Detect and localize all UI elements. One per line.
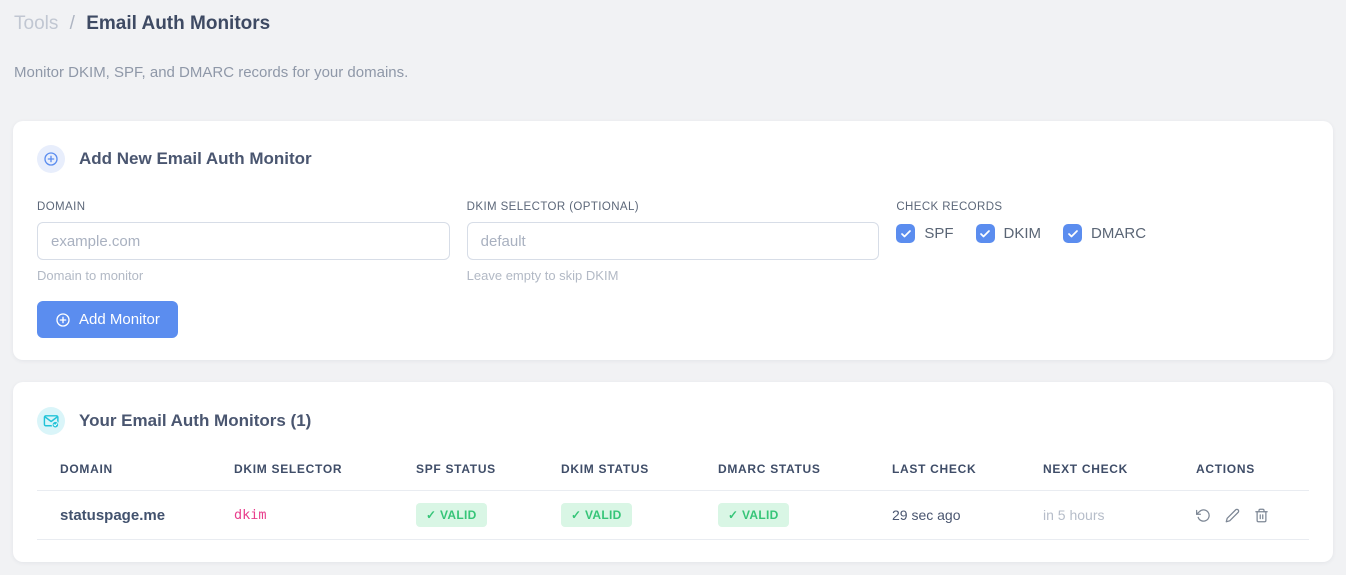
checkmark-icon bbox=[1067, 229, 1078, 237]
row-domain: statuspage.me bbox=[37, 490, 234, 540]
dkim-status-badge: ✓ VALID bbox=[561, 503, 632, 527]
add-monitor-card: Add New Email Auth Monitor DOMAIN Domain… bbox=[13, 121, 1333, 360]
domain-label: DOMAIN bbox=[37, 201, 86, 213]
col-header-dmarc-status: DMARC STATUS bbox=[718, 447, 892, 491]
col-header-domain: DOMAIN bbox=[37, 447, 234, 491]
add-monitor-card-title: Add New Email Auth Monitor bbox=[79, 149, 312, 168]
col-header-last-check: LAST CHECK bbox=[892, 447, 1043, 491]
breadcrumb-tools-link[interactable]: Tools bbox=[14, 13, 58, 34]
row-dkim-status-cell: ✓ VALID bbox=[561, 490, 718, 540]
dmarc-status-text: VALID bbox=[742, 508, 779, 522]
domain-helper: Domain to monitor bbox=[37, 268, 144, 283]
dkim-selector-helper: Leave empty to skip DKIM bbox=[466, 268, 619, 283]
col-header-dkim-selector: DKIM SELECTOR bbox=[234, 447, 416, 491]
page-header: Tools / Email Auth Monitors Monitor DKIM… bbox=[0, 0, 1346, 81]
envelope-check-icon bbox=[37, 407, 65, 435]
page-title: Email Auth Monitors bbox=[86, 13, 271, 34]
col-header-spf-status: SPF STATUS bbox=[416, 447, 561, 491]
dkim-checkbox[interactable] bbox=[975, 224, 995, 243]
checkmark-glyph: ✓ bbox=[571, 508, 582, 522]
spf-checkbox[interactable] bbox=[896, 224, 916, 243]
add-monitor-button[interactable]: Add Monitor bbox=[37, 301, 178, 338]
checkmark-icon bbox=[900, 229, 911, 237]
row-last-check: 29 sec ago bbox=[892, 490, 1043, 540]
monitors-card-title: Your Email Auth Monitors (1) bbox=[79, 411, 312, 430]
checkmark-glyph: ✓ bbox=[728, 508, 739, 522]
row-next-check: in 5 hours bbox=[1043, 490, 1196, 540]
row-dkim-selector: dkim bbox=[234, 490, 416, 540]
spf-status-badge: ✓ VALID bbox=[416, 503, 487, 527]
dkim-status-text: VALID bbox=[585, 508, 622, 522]
row-dmarc-status-cell: ✓ VALID bbox=[718, 490, 892, 540]
row-actions-cell bbox=[1196, 490, 1309, 540]
add-monitor-card-header: Add New Email Auth Monitor bbox=[37, 145, 1309, 173]
col-header-next-check: NEXT CHECK bbox=[1043, 447, 1196, 491]
dkim-checkbox-label: DKIM bbox=[1003, 225, 1042, 242]
spf-status-text: VALID bbox=[440, 508, 477, 522]
edit-pencil-icon[interactable] bbox=[1225, 508, 1240, 523]
breadcrumb-separator: / bbox=[69, 13, 75, 34]
domain-field-group: DOMAIN Domain to monitor bbox=[37, 201, 450, 283]
domain-input[interactable] bbox=[37, 222, 450, 260]
dmarc-checkbox-label: DMARC bbox=[1091, 225, 1147, 242]
table-row: statuspage.me dkim ✓ VALID ✓ VALID ✓ VAL… bbox=[37, 490, 1309, 540]
monitors-table: DOMAIN DKIM SELECTOR SPF STATUS DKIM STA… bbox=[37, 447, 1309, 540]
spf-checkbox-label: SPF bbox=[924, 225, 954, 242]
monitors-card-header: Your Email Auth Monitors (1) bbox=[37, 407, 1309, 435]
row-spf-status-cell: ✓ VALID bbox=[416, 490, 561, 540]
add-monitor-form: DOMAIN Domain to monitor DKIM SELECTOR (… bbox=[37, 201, 1309, 283]
refresh-icon[interactable] bbox=[1196, 508, 1211, 523]
row-actions bbox=[1196, 508, 1301, 523]
dkim-checkbox-item[interactable]: DKIM bbox=[975, 224, 1042, 243]
plus-circle-icon bbox=[56, 312, 70, 327]
monitors-card: Your Email Auth Monitors (1) DOMAIN DKIM… bbox=[13, 382, 1333, 562]
dmarc-checkbox[interactable] bbox=[1063, 224, 1083, 243]
page-subtitle: Monitor DKIM, SPF, and DMARC records for… bbox=[14, 64, 409, 81]
add-monitor-button-label: Add Monitor bbox=[79, 311, 160, 328]
dkim-selector-label: DKIM SELECTOR (OPTIONAL) bbox=[466, 201, 640, 213]
dmarc-status-badge: ✓ VALID bbox=[718, 503, 789, 527]
checkmark-icon bbox=[980, 229, 990, 237]
dkim-selector-field-group: DKIM SELECTOR (OPTIONAL) Leave empty to … bbox=[466, 201, 880, 283]
col-header-dkim-status: DKIM STATUS bbox=[561, 447, 718, 491]
trash-icon[interactable] bbox=[1254, 508, 1269, 523]
checkmark-glyph: ✓ bbox=[426, 508, 437, 522]
check-records-label: CHECK RECORDS bbox=[896, 201, 1003, 213]
dmarc-checkbox-item[interactable]: DMARC bbox=[1063, 224, 1146, 243]
col-header-actions: ACTIONS bbox=[1196, 447, 1309, 491]
plus-circle-icon bbox=[37, 145, 65, 173]
check-records-group: CHECK RECORDS SPF DKIM DMARC bbox=[896, 201, 1309, 283]
spf-checkbox-item[interactable]: SPF bbox=[896, 224, 954, 243]
table-header-row: DOMAIN DKIM SELECTOR SPF STATUS DKIM STA… bbox=[37, 447, 1309, 491]
dkim-selector-input[interactable] bbox=[466, 222, 880, 260]
check-records-row: SPF DKIM DMARC bbox=[896, 224, 1309, 243]
breadcrumb: Tools / Email Auth Monitors bbox=[14, 12, 1330, 36]
